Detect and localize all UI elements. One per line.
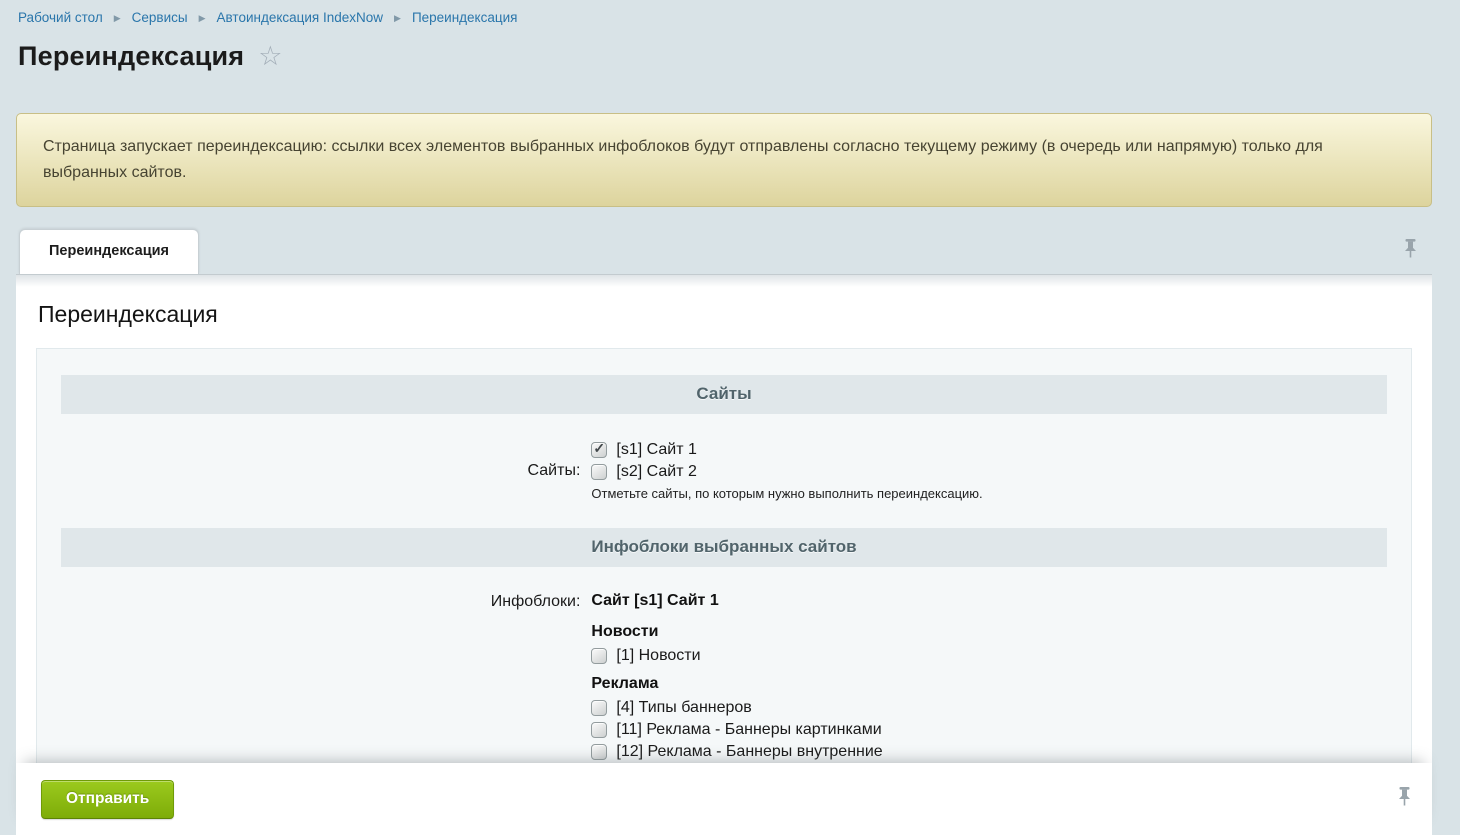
checkbox-icon: [591, 722, 607, 738]
breadcrumb-desktop[interactable]: Рабочий стол: [18, 10, 103, 25]
breadcrumb-services[interactable]: Сервисы: [132, 10, 188, 25]
sites-field-row: Сайты: [s1] Сайт 1 [s2] Сайт 2 Отметьте …: [61, 439, 1387, 501]
checkbox-icon: [591, 648, 607, 664]
sites-field-value: [s1] Сайт 1 [s2] Сайт 2 Отметьте сайты, …: [591, 439, 1387, 501]
section-header-infoblocks: Инфоблоки выбранных сайтов: [61, 528, 1387, 567]
checkbox-icon: [591, 744, 607, 760]
checkbox-icon: [591, 700, 607, 716]
notice-banner: Страница запускает переиндексацию: ссылк…: [16, 113, 1432, 207]
checkbox-label: [s2] Сайт 2: [616, 463, 696, 481]
section-header-sites: Сайты: [61, 375, 1387, 414]
sites-help-text: Отметьте сайты, по которым нужно выполни…: [591, 486, 1387, 501]
chevron-right-icon: ▶: [114, 13, 121, 24]
infoblocks-site-header: Сайт [s1] Сайт 1: [591, 592, 1387, 614]
form-heading: Переиндексация: [16, 275, 1432, 348]
favorite-star-icon[interactable]: ☆: [258, 43, 282, 70]
checkbox-icon: [591, 464, 607, 480]
checkbox-label: [4] Типы баннеров: [616, 699, 751, 717]
pushpin-icon: [1397, 787, 1412, 809]
checkbox-icon: [591, 442, 607, 458]
infoblock-checkbox-12[interactable]: [12] Реклама - Баннеры внутренние: [591, 741, 1387, 763]
infoblock-group-news: Новости: [591, 623, 1387, 645]
breadcrumb-indexnow[interactable]: Автоиндексация IndexNow: [217, 10, 383, 25]
submit-button[interactable]: Отправить: [41, 780, 174, 819]
pin-footer-button[interactable]: [1397, 787, 1412, 809]
checkbox-label: [s1] Сайт 1: [616, 441, 696, 459]
checkbox-label: [1] Новости: [616, 647, 700, 665]
title-row: Переиндексация ☆: [18, 41, 1460, 72]
chevron-right-icon: ▶: [199, 13, 206, 24]
breadcrumb-reindex[interactable]: Переиндексация: [412, 10, 518, 25]
footer-action-bar: Отправить: [16, 763, 1432, 835]
site-checkbox-s1[interactable]: [s1] Сайт 1: [591, 439, 1387, 461]
pushpin-icon: [1403, 239, 1418, 261]
chevron-right-icon: ▶: [394, 13, 401, 24]
breadcrumb: Рабочий стол ▶ Сервисы ▶ Автоиндексация Inde…: [0, 0, 1460, 25]
content-panel: Переиндексация Сайты Сайты: [s1] Сайт 1 …: [16, 274, 1432, 835]
sites-field-label: Сайты:: [61, 439, 591, 501]
infoblock-checkbox-11[interactable]: [11] Реклама - Баннеры картинками: [591, 719, 1387, 741]
tab-strip: Переиндексация: [16, 229, 1432, 274]
checkbox-label: [11] Реклама - Баннеры картинками: [616, 721, 881, 739]
infoblock-checkbox-1[interactable]: [1] Новости: [591, 645, 1387, 667]
pin-tabs-button[interactable]: [1403, 239, 1418, 261]
infoblock-checkbox-4[interactable]: [4] Типы баннеров: [591, 697, 1387, 719]
tab-reindex[interactable]: Переиндексация: [19, 229, 199, 274]
checkbox-label: [12] Реклама - Баннеры внутренние: [616, 743, 882, 761]
site-checkbox-s2[interactable]: [s2] Сайт 2: [591, 461, 1387, 483]
form-box: Сайты Сайты: [s1] Сайт 1 [s2] Сайт 2 Отм…: [36, 348, 1412, 835]
infoblock-group-ads: Реклама: [591, 675, 1387, 697]
page: Рабочий стол ▶ Сервисы ▶ Автоиндексация Inde…: [0, 0, 1460, 835]
page-title: Переиндексация: [18, 41, 244, 72]
